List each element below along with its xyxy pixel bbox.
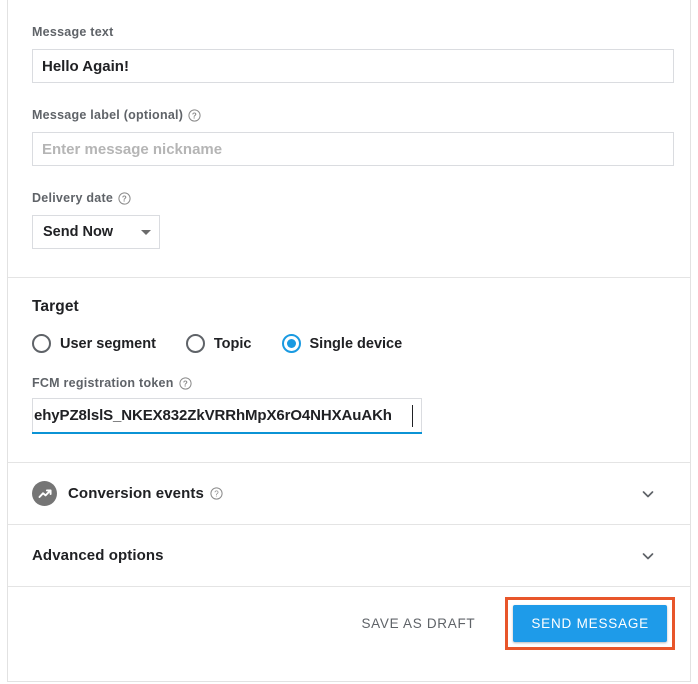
fcm-token-focus-underline <box>32 432 422 434</box>
help-circle-icon[interactable]: ? <box>118 192 131 205</box>
message-label-field-group: Message label (optional) ? <box>8 83 690 166</box>
delivery-date-label: Delivery date ? <box>32 190 666 206</box>
message-text-field-group: Message text <box>8 0 690 83</box>
delivery-date-label-text: Delivery date <box>32 190 113 206</box>
conversion-events-left: Conversion events ? <box>32 481 640 506</box>
delivery-date-select[interactable]: Send Now <box>32 215 160 249</box>
send-message-button[interactable]: SEND MESSAGE <box>513 605 667 642</box>
target-section: Target User segment Topic Single device … <box>8 278 690 462</box>
send-message-highlight-annotation: SEND MESSAGE <box>505 597 675 650</box>
fcm-token-input[interactable]: ehyPZ8lslS_NKEX832ZkVRRhMpX6rO4NHXAuAKh <box>32 398 422 432</box>
help-circle-icon[interactable]: ? <box>210 487 223 500</box>
delivery-date-field-group: Delivery date ? Send Now <box>8 166 690 277</box>
advanced-options-section-header[interactable]: Advanced options <box>8 525 690 586</box>
chevron-down-icon[interactable] <box>640 486 656 502</box>
message-label-input[interactable] <box>32 132 674 166</box>
message-label-label-text: Message label (optional) <box>32 107 183 123</box>
svg-text:?: ? <box>183 379 188 388</box>
conversion-events-title-row: Conversion events ? <box>68 485 223 502</box>
advanced-options-title: Advanced options <box>32 547 164 564</box>
radio-topic-label: Topic <box>214 336 252 352</box>
message-composer-page: Message text Message label (optional) ? … <box>0 0 698 684</box>
svg-text:?: ? <box>214 490 219 499</box>
radio-single-device[interactable]: Single device <box>282 334 403 353</box>
radio-circle-checked-icon <box>282 334 301 353</box>
target-radio-group: User segment Topic Single device <box>32 334 666 353</box>
message-text-input[interactable] <box>32 49 674 83</box>
message-label-label: Message label (optional) ? <box>32 107 666 123</box>
svg-text:?: ? <box>122 194 127 203</box>
delivery-date-selected-value: Send Now <box>43 224 113 240</box>
radio-circle-icon <box>186 334 205 353</box>
composer-card: Message text Message label (optional) ? … <box>7 0 691 682</box>
conversion-events-section-header[interactable]: Conversion events ? <box>8 463 690 524</box>
fcm-token-value: ehyPZ8lslS_NKEX832ZkVRRhMpX6rO4NHXAuAKh <box>32 407 392 424</box>
target-title: Target <box>32 298 666 316</box>
radio-user-segment-label: User segment <box>60 336 156 352</box>
radio-single-device-label: Single device <box>310 336 403 352</box>
advanced-options-left: Advanced options <box>32 547 640 564</box>
conversion-events-title: Conversion events <box>68 485 204 502</box>
fcm-token-label-text: FCM registration token <box>32 375 174 391</box>
svg-text:?: ? <box>192 111 197 120</box>
radio-circle-icon <box>32 334 51 353</box>
caret-down-icon <box>141 230 151 235</box>
radio-topic[interactable]: Topic <box>186 334 252 353</box>
text-cursor <box>412 405 414 427</box>
fcm-token-label: FCM registration token ? <box>32 375 666 391</box>
message-text-label-text: Message text <box>32 24 114 40</box>
save-as-draft-button[interactable]: SAVE AS DRAFT <box>345 606 491 641</box>
chevron-down-icon[interactable] <box>640 548 656 564</box>
message-text-label: Message text <box>32 24 666 40</box>
help-circle-icon[interactable]: ? <box>188 109 201 122</box>
radio-user-segment[interactable]: User segment <box>32 334 156 353</box>
trending-up-circle-icon <box>32 481 57 506</box>
help-circle-icon[interactable]: ? <box>179 377 192 390</box>
form-footer: SAVE AS DRAFT SEND MESSAGE <box>8 587 690 660</box>
